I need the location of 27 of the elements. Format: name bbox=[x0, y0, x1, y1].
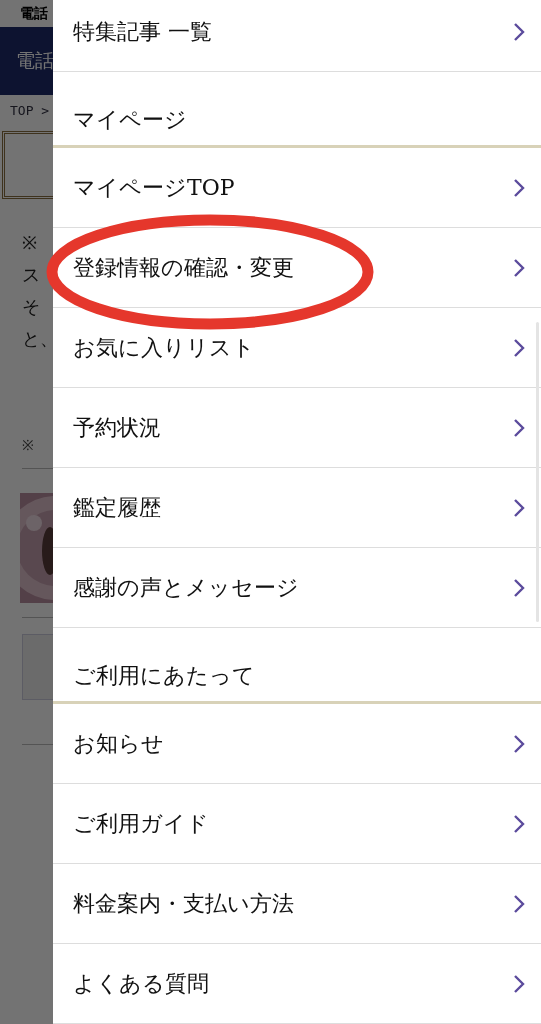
menu-item[interactable]: 料金案内・支払い方法 bbox=[53, 864, 541, 944]
menu-item[interactable]: ご利用ガイド bbox=[53, 784, 541, 864]
chevron-right-icon bbox=[513, 337, 525, 358]
chevron-right-icon bbox=[513, 733, 525, 754]
menu-item[interactable]: 特集記事 一覧 bbox=[53, 0, 541, 72]
chevron-right-icon bbox=[513, 973, 525, 994]
notice-text: そ bbox=[22, 295, 40, 319]
chevron-right-icon bbox=[513, 417, 525, 438]
note-text: ※ bbox=[22, 436, 35, 454]
chevron-right-icon bbox=[513, 257, 525, 278]
menu-item[interactable]: 登録情報の確認・変更 bbox=[53, 228, 541, 308]
chevron-right-icon bbox=[513, 813, 525, 834]
menu-item[interactable]: お知らせ bbox=[53, 704, 541, 784]
notice-text: ス bbox=[22, 263, 40, 287]
header-text: 電話 bbox=[20, 4, 48, 23]
notice-text: ※ bbox=[22, 231, 37, 255]
nav-title: 電話 bbox=[16, 48, 54, 73]
menu-item[interactable]: よくある質問 bbox=[53, 944, 541, 1024]
chevron-right-icon bbox=[513, 893, 525, 914]
chevron-right-icon bbox=[513, 21, 525, 42]
section-heading: マイページ bbox=[73, 106, 187, 134]
section-heading: ご利用にあたって bbox=[73, 662, 255, 690]
chevron-right-icon bbox=[513, 577, 525, 598]
menu-item[interactable]: マイページTOP bbox=[53, 148, 541, 228]
chevron-right-icon bbox=[513, 177, 525, 198]
chevron-right-icon bbox=[513, 497, 525, 518]
breadcrumb-link[interactable]: TOP > bbox=[10, 103, 50, 118]
